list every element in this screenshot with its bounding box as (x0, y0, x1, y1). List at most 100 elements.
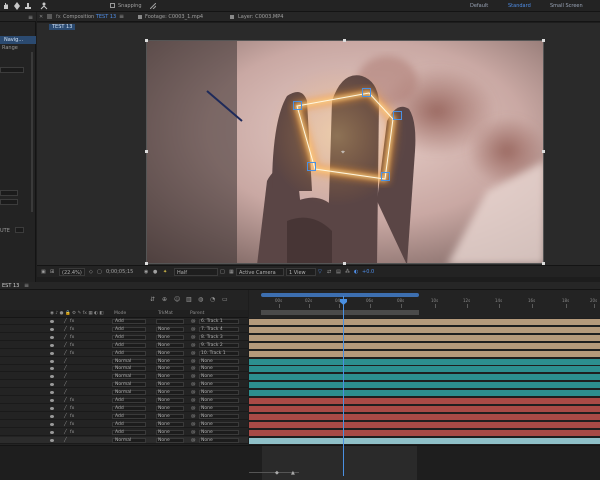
table-row[interactable]: ╱ Normal None @ None (0, 389, 248, 396)
table-row[interactable]: ╱ Normal None @ None (0, 381, 248, 388)
region-of-interest-icon[interactable]: □ (220, 269, 225, 275)
shy-switch-icon[interactable]: ╱ (64, 343, 67, 348)
frame-handle[interactable] (145, 39, 148, 42)
layer-duration-bar[interactable] (249, 398, 600, 404)
lock-icon[interactable] (47, 14, 52, 19)
fx-switch-icon[interactable]: fx (70, 343, 74, 348)
shy-switch-icon[interactable]: ╱ (64, 327, 67, 332)
shy-switch-icon[interactable]: ╱ (64, 398, 67, 403)
pick-whip-icon[interactable]: @ (191, 430, 196, 435)
layer-duration-bar[interactable] (249, 359, 600, 365)
playhead[interactable] (343, 296, 344, 476)
table-row[interactable]: ╱ fx Add None @8. Track 3 (0, 334, 248, 341)
visibility-eye-icon[interactable] (50, 320, 54, 323)
fx-switch-icon[interactable]: fx (70, 319, 74, 324)
pen-tool-icon[interactable] (13, 2, 21, 10)
table-row[interactable]: ╱ fx Add @6. Track 1 (0, 318, 248, 325)
camera-dropdown[interactable]: Active Camera (236, 268, 284, 276)
visibility-eye-icon[interactable] (50, 344, 54, 347)
layer-duration-bar[interactable] (249, 366, 600, 372)
pick-whip-icon[interactable]: @ (191, 438, 196, 443)
layer-duration-bar[interactable] (249, 390, 600, 396)
shy-switch-icon[interactable]: ╱ (64, 374, 67, 379)
panel-menu-icon[interactable]: ≡ (28, 14, 33, 21)
layer-duration-bar[interactable] (249, 406, 600, 412)
layer-duration-bar[interactable] (249, 343, 600, 349)
snapshot-icon[interactable]: ◉ (144, 269, 148, 275)
shy-switch-icon[interactable]: ╱ (64, 382, 67, 387)
fx-switch-icon[interactable]: fx (70, 414, 74, 419)
track-point-3[interactable] (393, 111, 402, 120)
visibility-eye-icon[interactable] (50, 367, 54, 370)
layer-duration-bar[interactable] (249, 414, 600, 420)
shy-switch-icon[interactable]: ╱ (64, 359, 67, 364)
table-row[interactable]: ╱ Normal None @ None (0, 365, 248, 372)
pick-whip-icon[interactable]: @ (191, 382, 196, 387)
layer-duration-bar[interactable] (249, 351, 600, 357)
comp-breadcrumb[interactable]: TEST 13 (49, 24, 76, 30)
pick-whip-icon[interactable]: @ (191, 327, 196, 332)
zoom-in-icon[interactable]: ▲ (291, 470, 295, 476)
left-scrollbar[interactable] (31, 52, 33, 212)
pick-whip-icon[interactable]: @ (191, 366, 196, 371)
fx-switch-icon[interactable]: fx (70, 430, 74, 435)
hand-tool-icon[interactable] (2, 2, 10, 10)
left-field-2[interactable] (0, 199, 18, 205)
shy-switch-icon[interactable]: ╱ (64, 422, 67, 427)
tab-layer[interactable]: Layer: C0003.MP4 (238, 14, 283, 20)
left-dropdown-2[interactable] (15, 227, 24, 233)
workspace-small-screen[interactable]: Small Screen (550, 3, 583, 9)
frame-handle[interactable] (542, 39, 545, 42)
visibility-eye-icon[interactable] (50, 360, 54, 363)
toggle-pixel-aspect-icon[interactable]: ▽ (318, 269, 322, 275)
visibility-eye-icon[interactable] (50, 399, 54, 402)
motion-blur-icon[interactable]: ◍ (198, 296, 203, 303)
draft-3d-icon[interactable]: ⊕ (162, 296, 167, 303)
region-icon[interactable]: ▢ (97, 269, 102, 275)
views-dropdown[interactable]: 1 View (286, 268, 316, 276)
anchor-point-icon[interactable]: ⌖ (341, 148, 345, 157)
color-management-icon[interactable]: ✦ (163, 269, 167, 275)
visibility-eye-icon[interactable] (50, 375, 54, 378)
pick-whip-icon[interactable]: @ (191, 351, 196, 356)
track-area[interactable] (249, 318, 600, 445)
stamp-tool-icon[interactable] (24, 2, 32, 10)
time-ruler[interactable]: 00s 02s 04s 06s 08s 10s 12s 14s 16s 18s 20s (249, 290, 600, 318)
shy-switch-icon[interactable]: ╱ (64, 414, 67, 419)
always-preview-icon[interactable]: ▣ (41, 269, 46, 275)
frame-blending-icon[interactable]: ▥ (186, 296, 192, 303)
layer-duration-bar[interactable] (249, 382, 600, 388)
navigator-label[interactable]: Navig... (4, 37, 23, 43)
shy-switch-icon[interactable]: ╱ (64, 438, 67, 443)
shy-switch-icon[interactable]: ╱ (64, 406, 67, 411)
visibility-eye-icon[interactable] (50, 352, 54, 355)
visibility-eye-icon[interactable] (50, 391, 54, 394)
pick-whip-icon[interactable]: @ (191, 374, 196, 379)
pick-whip-icon[interactable]: @ (191, 414, 196, 419)
fx-switch-icon[interactable]: fx (70, 327, 74, 332)
shy-switch-icon[interactable]: ╱ (64, 430, 67, 435)
pick-whip-icon[interactable]: @ (191, 406, 196, 411)
work-area-bar[interactable] (261, 293, 419, 297)
timeline-menu-icon[interactable]: ≡ (24, 282, 29, 289)
navigator-region[interactable] (262, 446, 417, 480)
frame-handle[interactable] (145, 150, 148, 153)
layer-duration-bar[interactable] (249, 374, 600, 380)
brainstorm-icon[interactable]: ▭ (222, 296, 228, 303)
exposure-value[interactable]: +0.0 (362, 269, 374, 275)
work-area-range[interactable] (261, 310, 419, 315)
table-row[interactable]: ╱ fx Add None @ None (0, 405, 248, 412)
close-icon[interactable]: ✕ (39, 14, 43, 20)
zoom-dropdown[interactable]: (22.4%) (59, 268, 85, 276)
tab-timeline-comp[interactable]: EST 13 (2, 283, 19, 289)
shy-switch-icon[interactable]: ╱ (64, 366, 67, 371)
trkmat-dropdown[interactable] (156, 319, 184, 324)
visibility-eye-icon[interactable] (50, 423, 54, 426)
show-channel-icon[interactable]: ● (153, 269, 157, 275)
tab-composition[interactable]: Composition TEST 13 (63, 14, 116, 20)
comp-frame[interactable]: ⌖ (146, 40, 544, 264)
workspace-standard[interactable]: Standard (508, 3, 531, 9)
snapping-checkbox[interactable] (110, 3, 115, 8)
table-row[interactable]: ╱ fx Add None @10. Track 1 (0, 350, 248, 357)
shy-switch-icon[interactable]: ╱ (64, 351, 67, 356)
